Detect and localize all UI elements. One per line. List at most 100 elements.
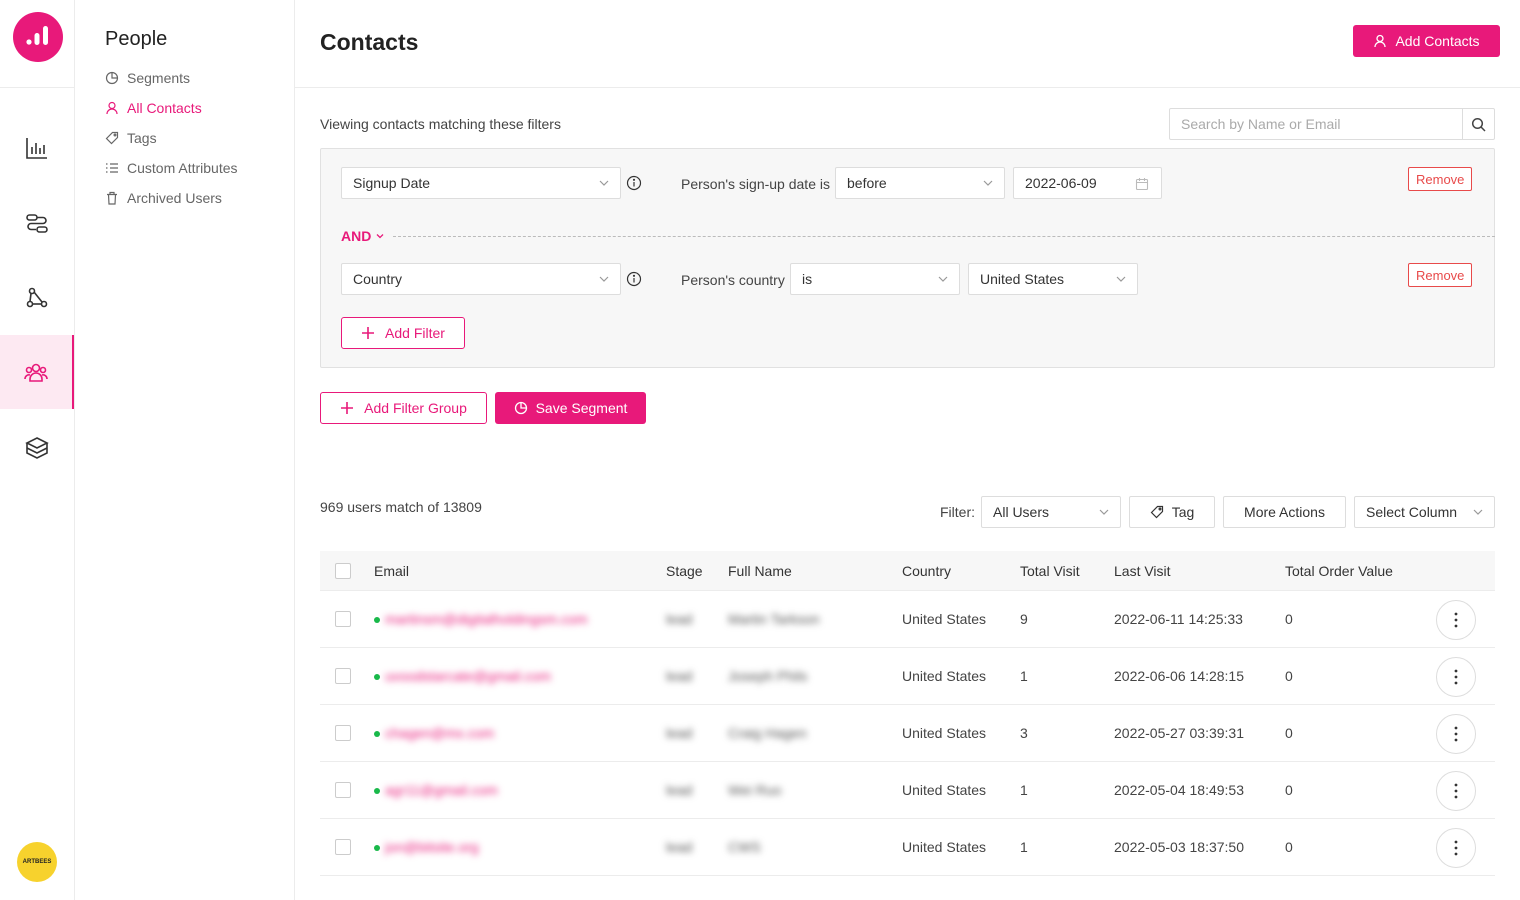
rail-item-automation[interactable] (0, 187, 74, 261)
save-segment-button[interactable]: Save Segment (495, 392, 646, 424)
online-status-dot (374, 788, 380, 794)
row-checkbox[interactable] (335, 725, 351, 741)
subnav-item-archived-users[interactable]: Archived Users (105, 187, 222, 209)
tag-icon (105, 131, 119, 145)
row-actions-button[interactable] (1436, 828, 1476, 868)
row-country: United States (902, 611, 987, 627)
filter-group: Signup Date Person's sign-up date is bef… (320, 148, 1495, 368)
rule1-operator-select[interactable]: before (835, 167, 1005, 199)
search-input[interactable] (1170, 109, 1462, 139)
trash-icon (107, 191, 117, 205)
subnav-item-label: Archived Users (127, 190, 222, 206)
subnav-item-label: Segments (127, 70, 191, 86)
row-full-name: Martin Tarkson (728, 611, 820, 627)
row-order-value: 0 (1285, 725, 1293, 741)
subnav-item-label: All Contacts (127, 100, 202, 116)
row-total-visit: 9 (1020, 611, 1028, 627)
row-checkbox[interactable] (335, 611, 351, 627)
more-actions-button[interactable]: More Actions (1223, 496, 1346, 528)
viewing-text: Viewing contacts matching these filters (320, 116, 561, 132)
rail-item-people[interactable] (0, 335, 74, 409)
row-country: United States (902, 839, 987, 855)
rail-item-analytics[interactable] (0, 111, 74, 185)
row-country: United States (902, 668, 987, 684)
info-icon[interactable] (626, 271, 642, 287)
rule2-label: Person's country (681, 272, 785, 288)
table-row[interactable]: uvoodstarcate@gmail.com lead Joseph Phil… (320, 648, 1495, 705)
more-vertical-icon (1454, 612, 1458, 628)
avatar[interactable]: ARTBEES (17, 842, 57, 882)
pie-chart-icon (514, 401, 527, 415)
row-country: United States (902, 725, 987, 741)
select-all-checkbox[interactable] (335, 563, 351, 579)
rule2-operator-select[interactable]: is (790, 263, 960, 295)
select-column-dropdown[interactable]: Select Column (1354, 496, 1495, 528)
rule1-date-picker[interactable]: 2022-06-09 (1013, 167, 1162, 199)
rule2-field-select[interactable]: Country (341, 263, 621, 295)
row-email[interactable]: martinsm@digitalholdingsm.com (385, 611, 588, 627)
column-header-full-name[interactable]: Full Name (728, 563, 792, 579)
row-order-value: 0 (1285, 839, 1293, 855)
row-stage: lead (666, 611, 693, 627)
column-header-total-visit[interactable]: Total Visit (1020, 563, 1080, 579)
flow-icon (26, 214, 48, 233)
row-actions-button[interactable] (1436, 600, 1476, 640)
and-toggle[interactable]: AND (341, 228, 385, 244)
rule2-value-select[interactable]: United States (968, 263, 1138, 295)
row-last-visit: 2022-05-03 18:37:50 (1114, 839, 1244, 855)
row-checkbox[interactable] (335, 782, 351, 798)
more-actions-label: More Actions (1244, 504, 1325, 520)
contacts-table: Email Stage Full Name Country Total Visi… (320, 551, 1495, 876)
subnav-item-custom-attributes[interactable]: Custom Attributes (105, 157, 238, 179)
search-button[interactable] (1462, 109, 1494, 139)
row-full-name: Wei Ruo (728, 782, 782, 798)
table-row[interactable]: martinsm@digitalholdingsm.com lead Marti… (320, 591, 1495, 648)
rule1-remove-button[interactable]: Remove (1408, 167, 1473, 191)
row-actions-button[interactable] (1436, 657, 1476, 697)
dashed-line (393, 235, 1495, 237)
info-icon[interactable] (626, 175, 642, 191)
avatar-text: ARTBEES (22, 859, 52, 865)
subnav-item-all-contacts[interactable]: All Contacts (105, 97, 202, 119)
add-filter-button[interactable]: Add Filter (341, 317, 465, 349)
column-header-country[interactable]: Country (902, 563, 951, 579)
people-icon (24, 363, 48, 382)
row-actions-button[interactable] (1436, 771, 1476, 811)
calendar-icon (1135, 178, 1149, 191)
search-icon (1471, 117, 1486, 132)
rule2-remove-button[interactable]: Remove (1408, 263, 1473, 287)
journey-icon (26, 287, 48, 308)
chevron-down-icon (376, 234, 384, 239)
rule1-field-select[interactable]: Signup Date (341, 167, 621, 199)
chevron-down-icon (1099, 509, 1109, 515)
row-email[interactable]: chagen@mx.com (385, 725, 494, 741)
rail-item-journeys[interactable] (0, 261, 74, 335)
row-email[interactable]: agr11@gmail.com (385, 782, 498, 798)
row-country: United States (902, 782, 987, 798)
app-logo[interactable] (13, 12, 63, 62)
row-full-name: CWS (728, 839, 761, 855)
user-icon (1374, 34, 1387, 48)
table-row[interactable]: chagen@mx.com lead Craig Hagen United St… (320, 705, 1495, 762)
add-filter-group-button[interactable]: Add Filter Group (320, 392, 487, 424)
table-row[interactable]: agr11@gmail.com lead Wei Ruo United Stat… (320, 762, 1495, 819)
chevron-down-icon (938, 276, 948, 282)
row-order-value: 0 (1285, 782, 1293, 798)
row-email[interactable]: uvoodstarcate@gmail.com (385, 668, 551, 684)
tag-button[interactable]: Tag (1129, 496, 1215, 528)
subnav-item-segments[interactable]: Segments (105, 67, 190, 89)
row-email[interactable]: jon@bitsite.org (385, 839, 479, 855)
row-total-visit: 3 (1020, 725, 1028, 741)
column-header-last-visit[interactable]: Last Visit (1114, 563, 1171, 579)
add-contacts-button[interactable]: Add Contacts (1353, 25, 1500, 57)
row-actions-button[interactable] (1436, 714, 1476, 754)
row-checkbox[interactable] (335, 668, 351, 684)
row-checkbox[interactable] (335, 839, 351, 855)
table-row[interactable]: jon@bitsite.org lead CWS United States 1… (320, 819, 1495, 876)
subnav-item-tags[interactable]: Tags (105, 127, 157, 149)
column-header-email[interactable]: Email (374, 563, 409, 579)
column-header-total-order-value[interactable]: Total Order Value (1285, 563, 1393, 579)
rail-item-products[interactable] (0, 411, 74, 485)
column-header-stage[interactable]: Stage (666, 563, 703, 579)
users-filter-select[interactable]: All Users (981, 496, 1121, 528)
